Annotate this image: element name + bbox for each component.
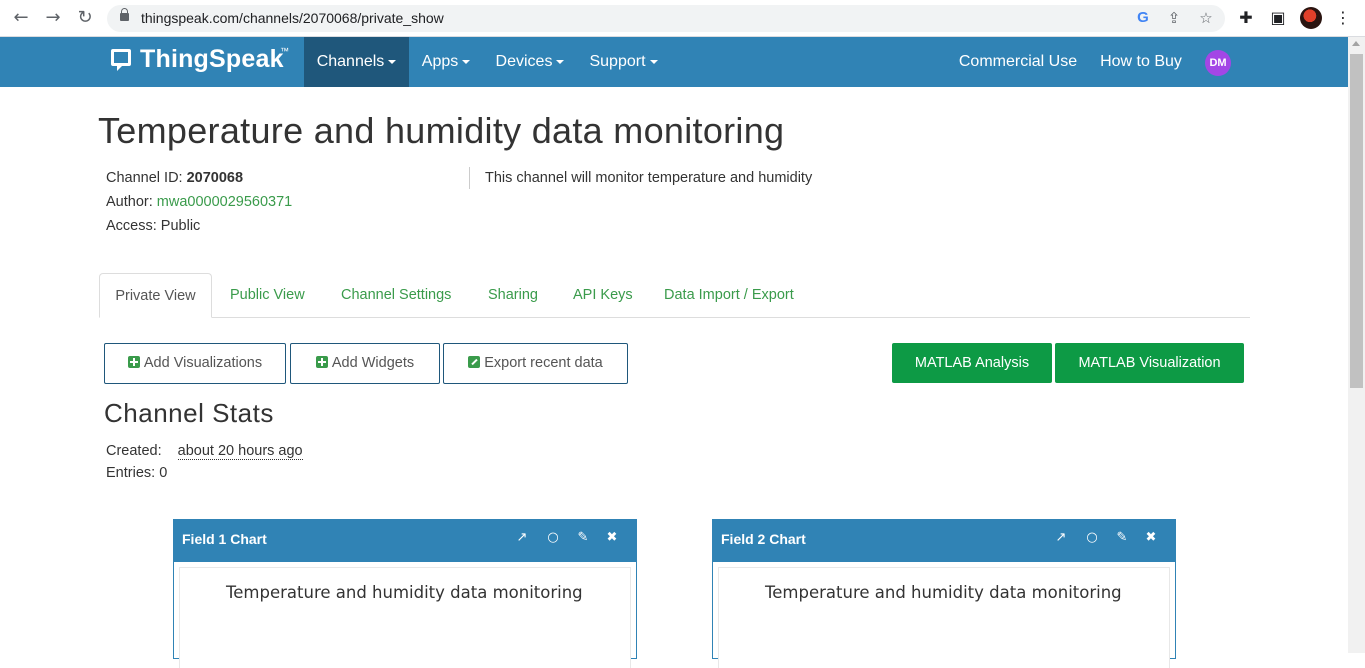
chart-body: Temperature and humidity data monitoring	[719, 568, 1169, 668]
back-icon[interactable]: ←	[9, 7, 33, 29]
created-label: Created:	[106, 443, 162, 459]
entries-row: Entries: 0	[106, 465, 167, 481]
field-2-chart-card: Field 2 Chart ↗ ○ ✎ ✖ Temperature and hu…	[712, 519, 1176, 668]
export-recent-data-label: Export recent data	[484, 355, 603, 371]
add-visualizations-button[interactable]: Add Visualizations	[104, 343, 286, 384]
nav-apps[interactable]: Apps	[412, 37, 480, 87]
user-avatar[interactable]: DM	[1205, 50, 1231, 76]
nav-support[interactable]: Support	[582, 37, 665, 87]
field-1-chart-card: Field 1 Chart ↗ ○ ✎ ✖ Temperature and hu…	[173, 519, 637, 668]
access-row: Access: Public	[106, 218, 200, 234]
site-navbar: ThingSpeak ™ Channels Apps Devices Suppo…	[0, 37, 1348, 87]
address-bar[interactable]: thingspeak.com/channels/2070068/private_…	[107, 5, 1225, 32]
chart-header-title: Field 2 Chart	[721, 531, 806, 547]
nav-how-to-buy[interactable]: How to Buy	[1095, 37, 1187, 87]
created-row: Created: about 20 hours ago	[106, 443, 303, 460]
author-row: Author: mwa0000029560371	[106, 194, 292, 210]
nav-support-label: Support	[589, 53, 646, 70]
export-icon	[468, 356, 481, 368]
author-link[interactable]: mwa0000029560371	[157, 194, 292, 210]
nav-devices-label: Devices	[495, 53, 553, 70]
access-value: Public	[160, 218, 201, 234]
add-widgets-label: Add Widgets	[331, 355, 415, 371]
matlab-analysis-button[interactable]: MATLAB Analysis	[892, 343, 1052, 383]
close-icon[interactable]: ✖	[1142, 529, 1160, 547]
menu-icon[interactable]: ⋮	[1333, 8, 1353, 28]
external-link-icon[interactable]: ↗	[1052, 529, 1070, 547]
forward-icon[interactable]: →	[41, 7, 65, 29]
chart-title: Temperature and humidity data monitoring	[226, 583, 583, 602]
reload-icon[interactable]: ↻	[73, 7, 97, 29]
export-recent-data-button[interactable]: Export recent data	[443, 343, 628, 384]
nav-devices[interactable]: Devices	[490, 37, 570, 87]
scroll-thumb[interactable]	[1350, 54, 1363, 388]
comment-icon[interactable]: ○	[1083, 529, 1101, 547]
nav-channels[interactable]: Channels	[304, 37, 409, 87]
extensions-icon[interactable]: ✚	[1236, 8, 1256, 28]
chart-header: Field 1 Chart ↗ ○ ✎ ✖	[174, 520, 636, 562]
google-icon[interactable]: G	[1134, 9, 1152, 27]
tab-sharing[interactable]: Sharing	[488, 273, 538, 318]
browser-toolbar: ← → ↻ thingspeak.com/channels/2070068/pr…	[0, 0, 1365, 37]
channel-stats-heading: Channel Stats	[104, 398, 274, 428]
chart-header: Field 2 Chart ↗ ○ ✎ ✖	[713, 520, 1175, 562]
matlab-visualization-button[interactable]: MATLAB Visualization	[1055, 343, 1244, 383]
scrollbar[interactable]	[1348, 37, 1365, 653]
star-icon[interactable]: ☆	[1197, 9, 1215, 27]
chart-title: Temperature and humidity data monitoring	[765, 583, 1122, 602]
channel-id-value: 2070068	[186, 170, 244, 186]
sidepanel-icon[interactable]: ▣	[1268, 8, 1288, 28]
chart-header-title: Field 1 Chart	[182, 531, 267, 547]
lock-icon	[120, 8, 129, 21]
nav-channels-label: Channels	[316, 53, 385, 70]
pencil-icon[interactable]: ✎	[574, 529, 592, 547]
share-icon[interactable]: ⇪	[1165, 9, 1183, 27]
logo-bubble-icon	[111, 49, 131, 71]
plus-icon	[315, 356, 328, 368]
tab-channel-settings[interactable]: Channel Settings	[341, 273, 451, 318]
channel-id-label: Channel ID:	[106, 170, 183, 186]
tab-api-keys[interactable]: API Keys	[573, 273, 633, 318]
entries-label: Entries:	[106, 465, 156, 481]
entries-value: 0	[159, 465, 168, 481]
tab-private-view[interactable]: Private View	[99, 273, 212, 318]
caret-down-icon	[649, 59, 658, 64]
url-text[interactable]: thingspeak.com/channels/2070068/private_…	[141, 10, 444, 26]
pencil-icon[interactable]: ✎	[1113, 529, 1131, 547]
caret-down-icon	[462, 59, 471, 64]
scroll-up-icon[interactable]	[1352, 41, 1360, 46]
created-value: about 20 hours ago	[177, 443, 303, 460]
profile-avatar[interactable]	[1300, 7, 1322, 29]
channel-description: This channel will monitor temperature an…	[485, 170, 813, 186]
nav-apps-label: Apps	[421, 53, 459, 70]
logo-text: ThingSpeak	[140, 45, 284, 73]
comment-icon[interactable]: ○	[544, 529, 562, 547]
channel-id-row: Channel ID: 2070068	[106, 170, 243, 186]
nav-commercial-use[interactable]: Commercial Use	[956, 37, 1080, 87]
caret-down-icon	[556, 59, 565, 64]
caret-down-icon	[388, 59, 397, 64]
add-visualizations-label: Add Visualizations	[143, 355, 263, 371]
close-icon[interactable]: ✖	[603, 529, 621, 547]
author-label: Author:	[106, 194, 153, 210]
access-label: Access:	[106, 218, 157, 234]
add-widgets-button[interactable]: Add Widgets	[290, 343, 440, 384]
page-title: Temperature and humidity data monitoring	[98, 110, 785, 151]
logo-tm: ™	[280, 46, 289, 56]
chart-body: Temperature and humidity data monitoring	[180, 568, 630, 668]
tab-data-import-export[interactable]: Data Import / Export	[664, 273, 794, 318]
plus-icon	[127, 356, 140, 368]
tab-public-view[interactable]: Public View	[230, 273, 305, 318]
divider	[469, 167, 470, 189]
external-link-icon[interactable]: ↗	[513, 529, 531, 547]
